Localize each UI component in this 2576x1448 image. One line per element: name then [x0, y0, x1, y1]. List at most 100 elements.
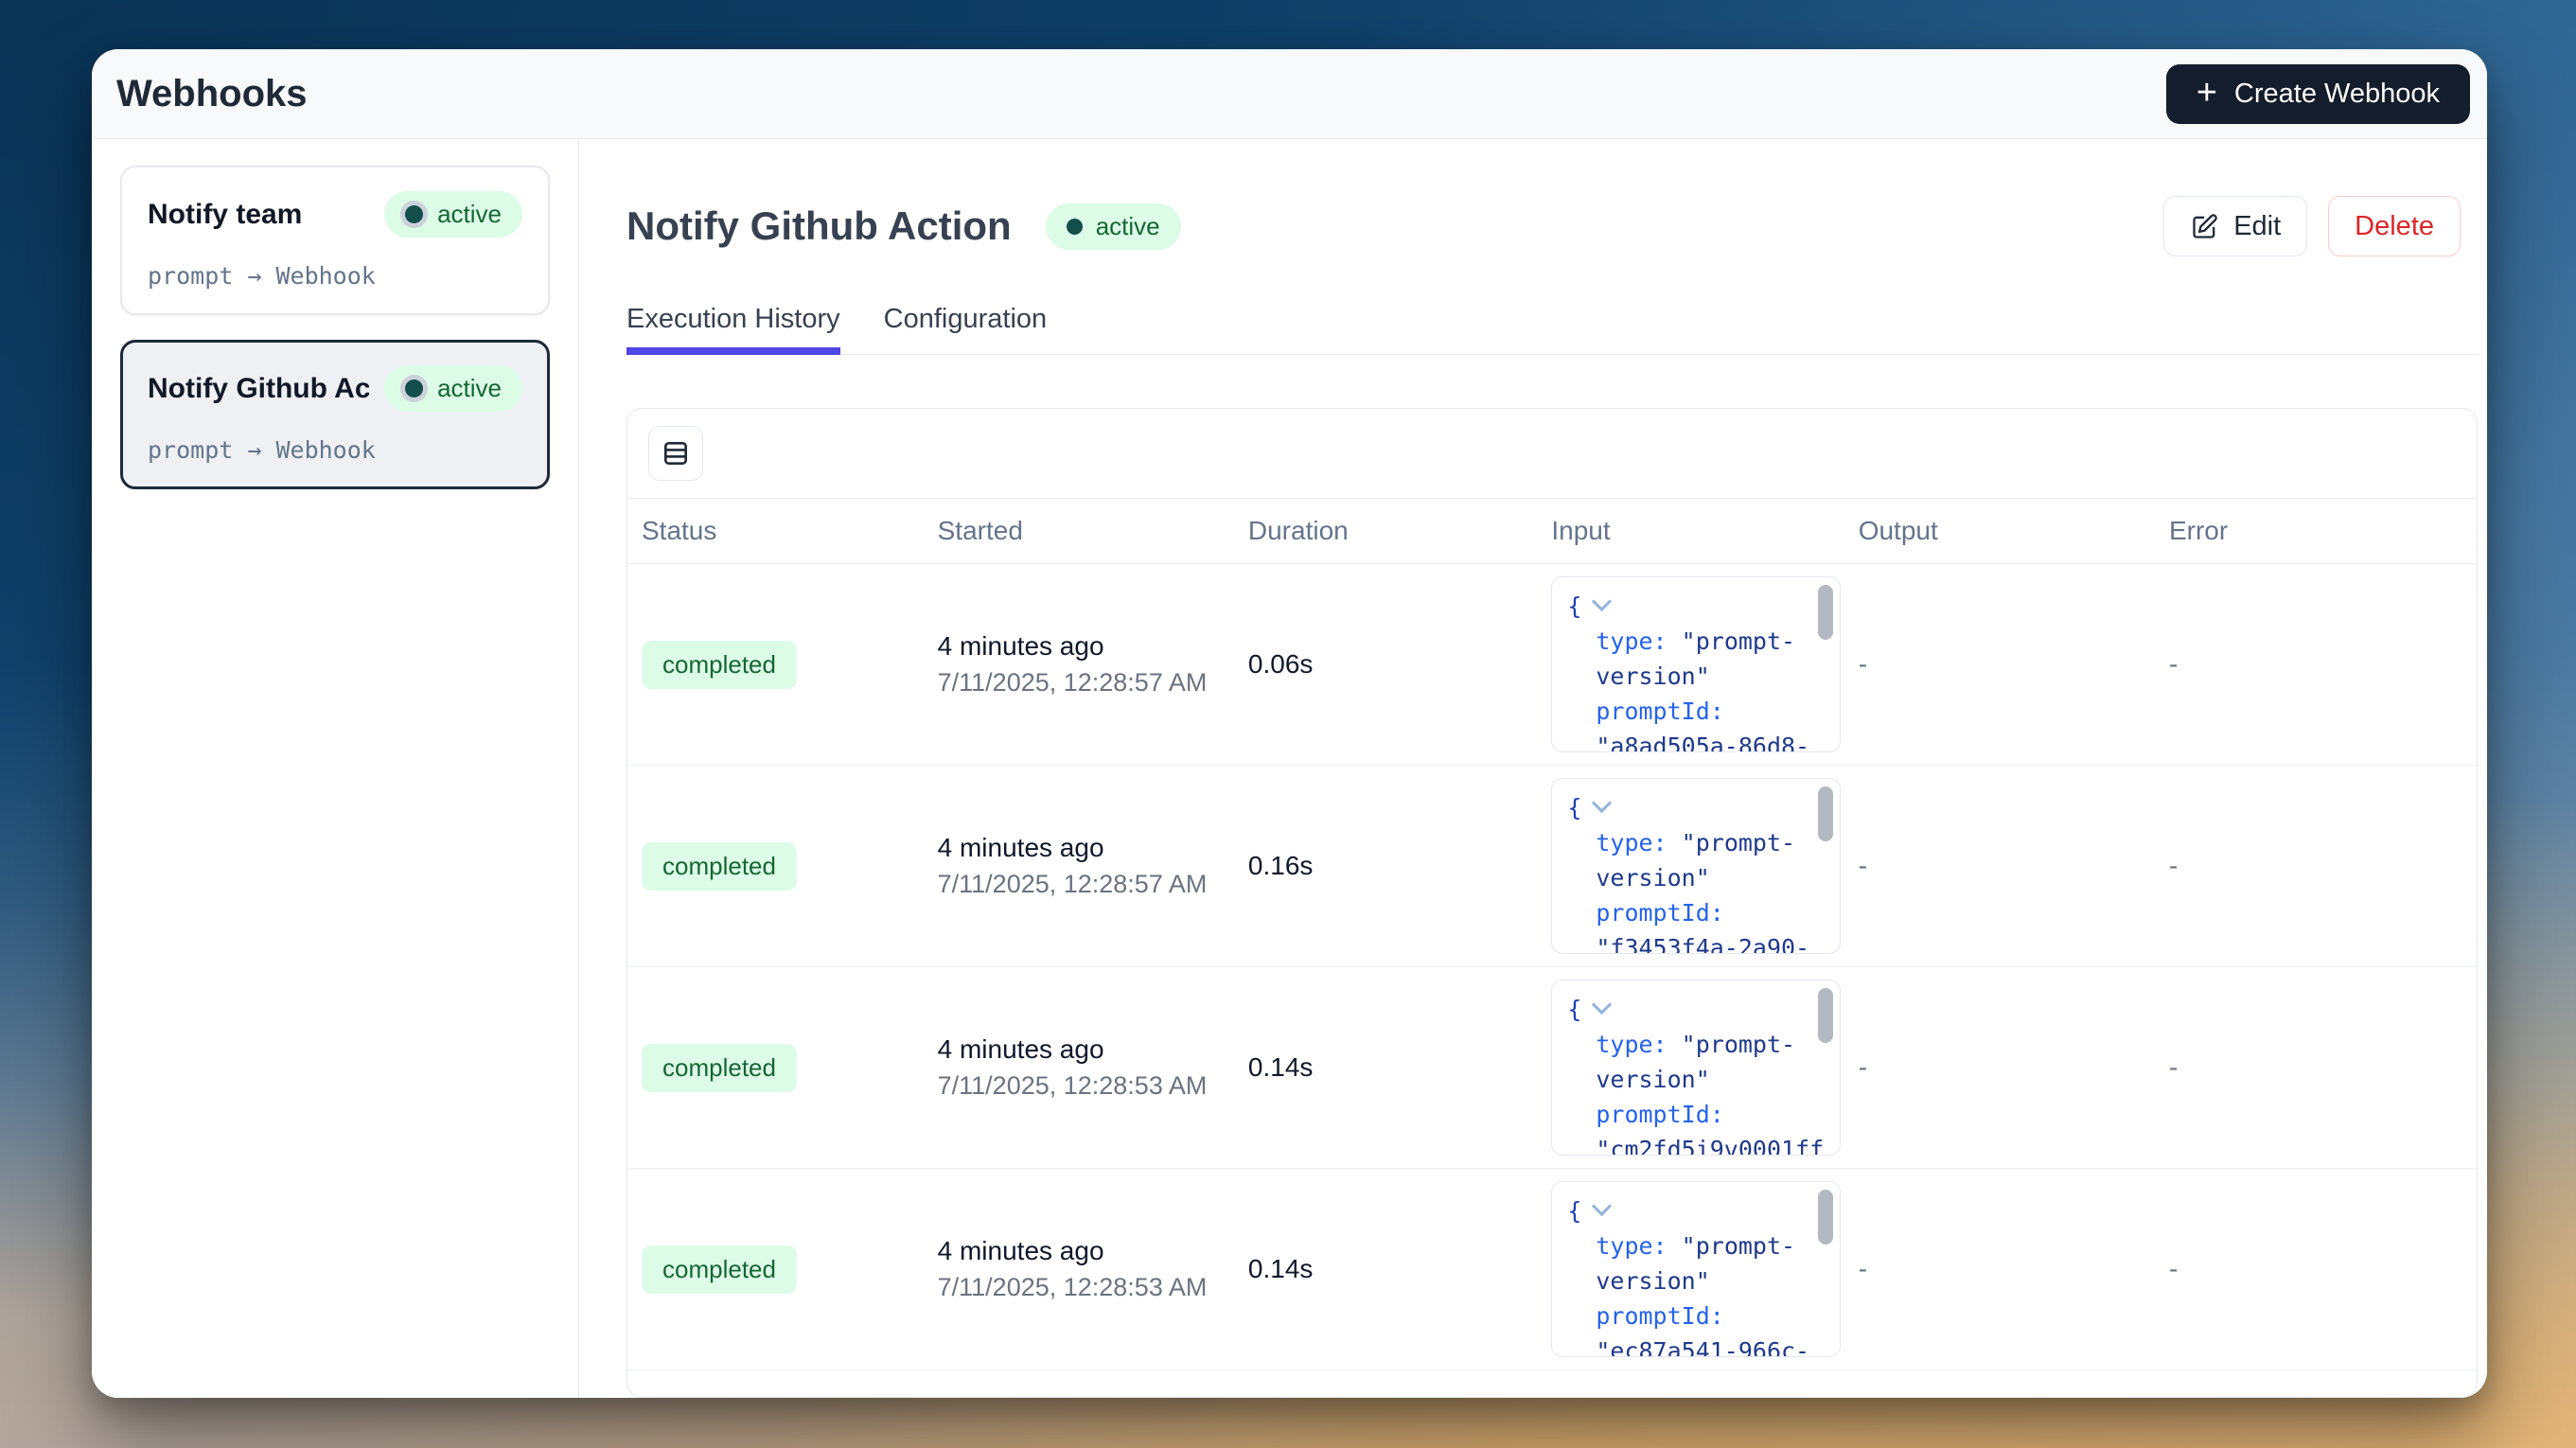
input-json-viewer[interactable]: {type: "prompt-version"promptId:"f3453f4… — [1551, 778, 1841, 954]
json-content: {type: "prompt-version"promptId:"a8ad505… — [1567, 589, 1804, 752]
started-cell: 4 minutes ago 7/11/2025, 12:28:57 AM — [924, 619, 1234, 710]
duration-cell: 0.16s — [1234, 839, 1537, 893]
error-cell: - — [2155, 839, 2477, 893]
edit-pencil-icon — [2190, 212, 2219, 241]
tab-configuration[interactable]: Configuration — [884, 304, 1048, 354]
status-badge: completed — [642, 1245, 797, 1294]
webhook-sidebar: Notify team active prompt → Webhook Noti… — [92, 139, 579, 1398]
scrollbar-thumb[interactable] — [1818, 988, 1833, 1043]
create-webhook-label: Create Webhook — [2234, 79, 2440, 110]
column-header-started: Started — [924, 499, 1234, 563]
chevron-down-icon[interactable] — [1592, 592, 1612, 611]
output-cell: - — [1844, 1040, 2155, 1095]
plus-icon: + — [2197, 75, 2217, 111]
tab-execution-history[interactable]: Execution History — [626, 304, 840, 354]
started-absolute: 7/11/2025, 12:28:53 AM — [938, 1273, 1220, 1302]
error-cell: - — [2155, 1242, 2477, 1297]
json-content: {type: "prompt-version"promptId:"cm2fd5i… — [1567, 992, 1804, 1156]
started-cell: 4 minutes ago 7/11/2025, 12:28:57 AM — [924, 821, 1234, 911]
table-view-toggle-button[interactable] — [648, 426, 703, 481]
column-header-status: Status — [627, 499, 924, 563]
desktop-background: { "header": { "title": "Webhooks", "crea… — [0, 0, 2576, 1448]
output-cell: - — [1844, 1242, 2155, 1297]
edit-button[interactable]: Edit — [2163, 196, 2307, 256]
input-json-viewer[interactable]: {type: "prompt-version"promptId:"cm2fd5i… — [1551, 980, 1841, 1156]
table-row: completed 4 minutes ago 7/11/2025, 12:28… — [627, 967, 2477, 1169]
table-row: completed 4 minutes ago 7/11/2025, 12:28… — [627, 1169, 2477, 1370]
started-relative: 4 minutes ago — [938, 833, 1220, 863]
input-json-viewer[interactable]: {type: "prompt-version"promptId:"ec87a54… — [1551, 1181, 1841, 1357]
input-cell: {type: "prompt-version"promptId:"ec87a54… — [1537, 1169, 1844, 1369]
sidebar-webhook-item[interactable]: Notify Github Acti... active prompt → We… — [120, 340, 550, 489]
webhook-title: Notify Github Action — [626, 203, 1012, 249]
app-body: Notify team active prompt → Webhook Noti… — [92, 139, 2487, 1398]
table-rows-icon — [661, 438, 691, 468]
started-cell: 4 minutes ago 7/11/2025, 12:28:53 AM — [924, 1224, 1234, 1315]
duration-cell: 0.06s — [1234, 637, 1537, 692]
status-label: active — [1096, 212, 1160, 241]
column-header-duration: Duration — [1234, 499, 1537, 563]
table-header-row: StatusStartedDurationInputOutputError — [627, 499, 2477, 564]
table-body: completed 4 minutes ago 7/11/2025, 12:28… — [627, 564, 2477, 1370]
chevron-down-icon[interactable] — [1592, 995, 1612, 1015]
edit-button-label: Edit — [2233, 211, 2281, 242]
create-webhook-button[interactable]: + Create Webhook — [2166, 64, 2470, 124]
status-cell: completed — [627, 1233, 924, 1306]
column-header-error: Error — [2155, 499, 2477, 563]
status-badge: completed — [642, 842, 797, 891]
webhook-list: Notify team active prompt → Webhook Noti… — [120, 166, 550, 489]
status-cell: completed — [627, 628, 924, 701]
output-cell: - — [1844, 637, 2155, 692]
json-content: {type: "prompt-version"promptId:"ec87a54… — [1567, 1193, 1804, 1357]
status-badge: active — [384, 365, 522, 412]
webhook-route: prompt → Webhook — [148, 262, 522, 290]
webhook-name: Notify team — [148, 199, 369, 231]
status-cell: completed — [627, 830, 924, 903]
sidebar-webhook-item[interactable]: Notify team active prompt → Webhook — [120, 166, 550, 315]
detail-tabs: Execution History Configuration — [626, 304, 2478, 355]
column-header-output: Output — [1844, 499, 2155, 563]
table-row: completed 4 minutes ago 7/11/2025, 12:28… — [627, 564, 2477, 766]
error-cell: - — [2155, 637, 2477, 692]
page-title: Webhooks — [116, 73, 308, 115]
error-cell: - — [2155, 1040, 2477, 1095]
output-cell: - — [1844, 839, 2155, 893]
execution-history-card: StatusStartedDurationInputOutputError co… — [626, 408, 2478, 1398]
status-badge: active — [1046, 203, 1181, 250]
status-badge: completed — [642, 1044, 797, 1092]
table-toolbar — [627, 409, 2477, 499]
detail-header: Notify Github Action active Edit — [626, 196, 2478, 256]
started-relative: 4 minutes ago — [938, 1236, 1220, 1266]
column-header-input: Input — [1537, 499, 1844, 563]
started-absolute: 7/11/2025, 12:28:53 AM — [938, 1071, 1220, 1101]
delete-button[interactable]: Delete — [2328, 196, 2461, 256]
json-content: {type: "prompt-version"promptId:"f3453f4… — [1567, 790, 1804, 954]
scrollbar-thumb[interactable] — [1818, 786, 1833, 841]
chevron-down-icon[interactable] — [1592, 793, 1612, 813]
duration-cell: 0.14s — [1234, 1040, 1537, 1095]
scrollbar-thumb[interactable] — [1818, 1190, 1833, 1245]
webhook-detail-panel: Notify Github Action active Edit — [579, 139, 2487, 1398]
webhook-name: Notify Github Acti... — [148, 373, 369, 405]
status-badge: completed — [642, 641, 797, 689]
detail-actions: Edit Delete — [2163, 196, 2461, 256]
started-relative: 4 minutes ago — [938, 631, 1220, 662]
app-header: Webhooks + Create Webhook — [92, 49, 2487, 139]
input-json-viewer[interactable]: {type: "prompt-version"promptId:"a8ad505… — [1551, 576, 1841, 752]
started-absolute: 7/11/2025, 12:28:57 AM — [938, 870, 1220, 899]
input-cell: {type: "prompt-version"promptId:"f3453f4… — [1537, 766, 1844, 966]
status-badge: active — [384, 191, 522, 238]
status-dot-icon — [405, 380, 423, 397]
status-dot-icon — [405, 205, 423, 223]
scrollbar-thumb[interactable] — [1818, 585, 1833, 640]
duration-cell: 0.14s — [1234, 1242, 1537, 1297]
input-cell: {type: "prompt-version"promptId:"cm2fd5i… — [1537, 967, 1844, 1168]
webhook-route: prompt → Webhook — [148, 436, 522, 464]
started-relative: 4 minutes ago — [938, 1034, 1220, 1065]
input-cell: {type: "prompt-version"promptId:"a8ad505… — [1537, 564, 1844, 765]
webhooks-window: Webhooks + Create Webhook Notify team ac… — [92, 49, 2487, 1398]
status-label: active — [437, 374, 502, 403]
status-cell: completed — [627, 1032, 924, 1104]
status-dot-icon — [1067, 219, 1083, 235]
chevron-down-icon[interactable] — [1592, 1196, 1612, 1216]
